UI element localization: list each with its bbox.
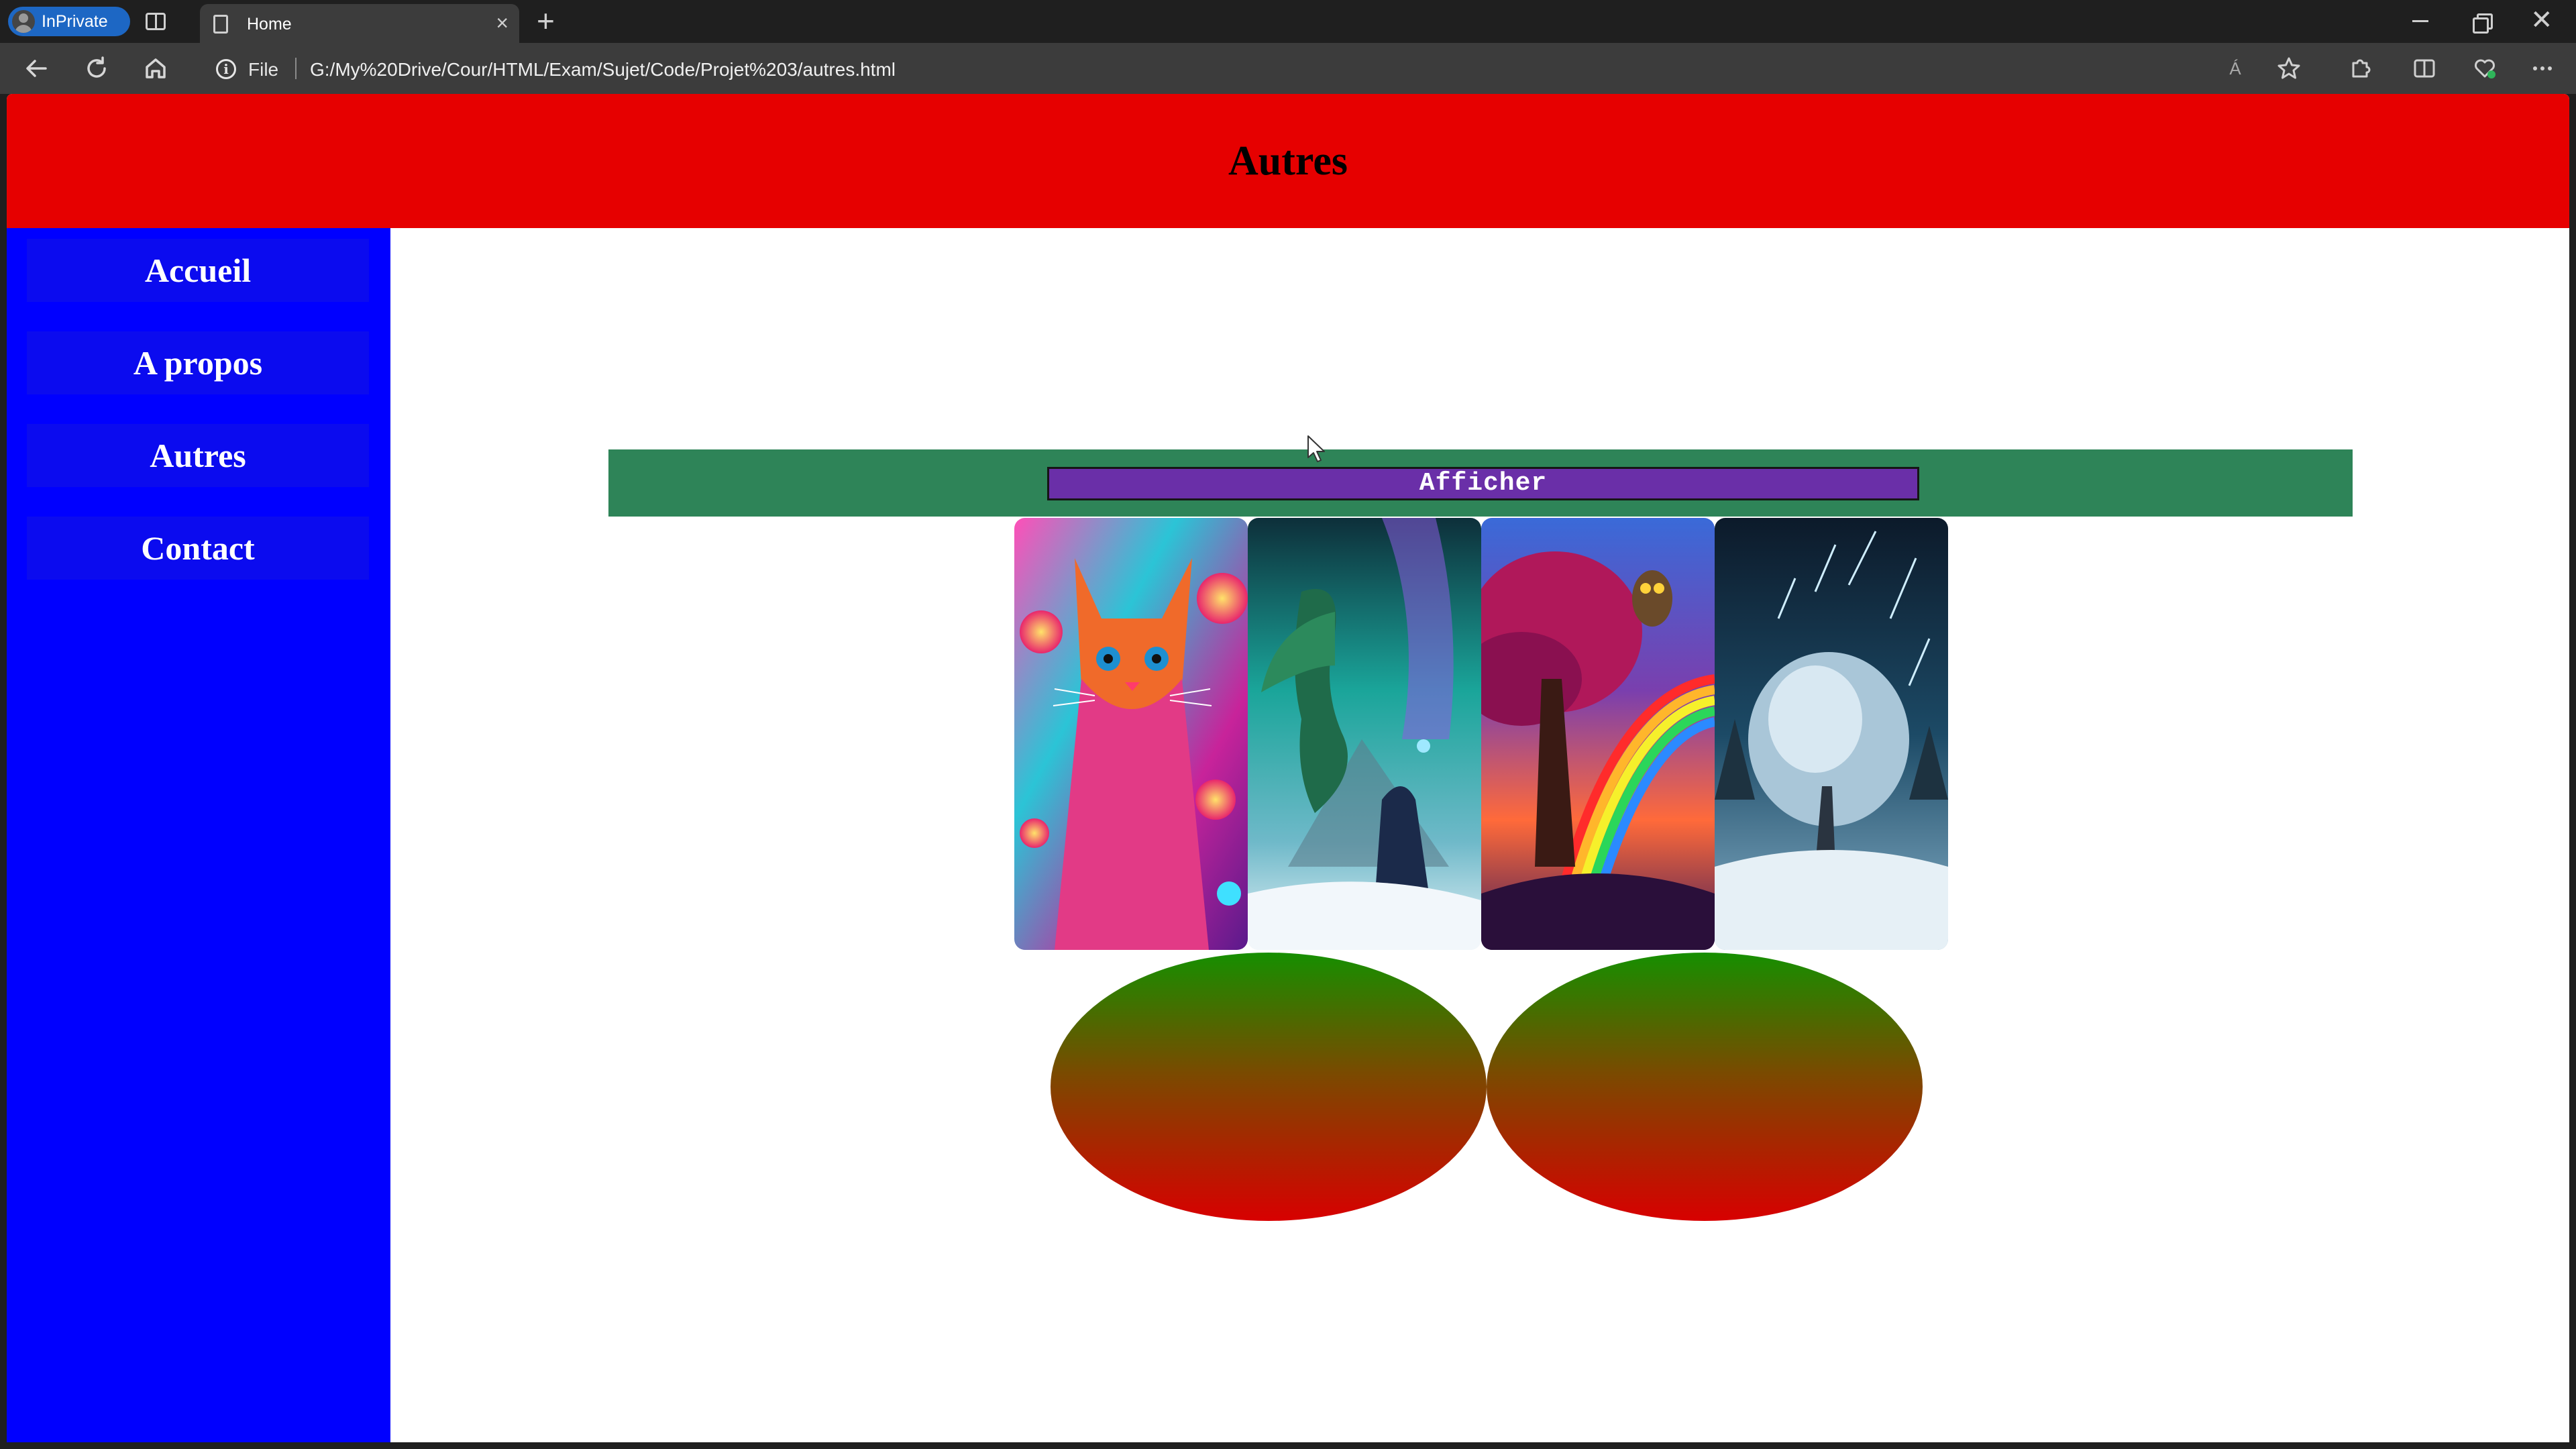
reload-icon: [87, 56, 106, 78]
inprivate-profile-button[interactable]: InPrivate: [8, 7, 130, 36]
tab-title: Home: [247, 15, 292, 34]
omnibox-separator: [295, 58, 297, 79]
psychedelic-cat-image: [1014, 518, 1248, 950]
restore-button[interactable]: [2473, 13, 2493, 34]
back-arrow-icon: [26, 60, 47, 77]
tab-home[interactable]: Home ×: [200, 4, 519, 43]
page-icon: [213, 15, 228, 34]
sidebar-item-accueil[interactable]: Accueil: [27, 239, 369, 302]
sidebar-item-contact[interactable]: Contact: [27, 517, 369, 580]
home-icon: [146, 58, 166, 78]
site-info-icon[interactable]: i: [216, 59, 236, 79]
image-gallery: [1014, 518, 1948, 950]
afficher-button[interactable]: Afficher: [1047, 467, 1919, 500]
url-text[interactable]: G:/My%20Drive/Cour/HTML/Exam/Sujet/Code/…: [310, 59, 896, 80]
home-button[interactable]: [138, 51, 173, 86]
window-close-button[interactable]: ✕: [2530, 5, 2553, 35]
gradient-ellipse-left: [1051, 953, 1487, 1221]
address-bar: i File G:/My%20Drive/Cour/HTML/Exam/Suje…: [0, 43, 2576, 94]
favorite-star-icon[interactable]: [2273, 52, 2305, 85]
back-button[interactable]: [19, 51, 54, 86]
more-menu-icon[interactable]: [2526, 52, 2559, 85]
split-screen-icon[interactable]: [2408, 52, 2440, 85]
page-viewport: Autres Accueil A propos Autres Contact A…: [7, 94, 2569, 1442]
rainbow-tree-owl-image: [1481, 518, 1715, 950]
file-label: File: [248, 59, 279, 80]
page-title: Autres: [1228, 138, 1348, 184]
reload-button[interactable]: [79, 51, 114, 86]
omnibox[interactable]: i File G:/My%20Drive/Cour/HTML/Exam/Suje…: [199, 48, 2372, 89]
tab-strip: InPrivate Home × + ✕: [0, 0, 2576, 43]
extensions-icon[interactable]: [2344, 52, 2376, 85]
page-header: Autres: [7, 94, 2569, 228]
snowy-tree-meteor-image: [1715, 518, 1948, 950]
read-aloud-icon[interactable]: Á: [2219, 52, 2251, 85]
browser-essentials-icon[interactable]: [2469, 52, 2501, 85]
profile-avatar-icon: [12, 10, 35, 33]
new-tab-button[interactable]: +: [537, 5, 555, 36]
inprivate-label: InPrivate: [42, 11, 108, 31]
main-content: Afficher: [390, 228, 2569, 1442]
button-bar: Afficher: [608, 449, 2353, 517]
sidebar-item-autres[interactable]: Autres: [27, 424, 369, 487]
sidebar-item-a-propos[interactable]: A propos: [27, 331, 369, 394]
tab-close-icon[interactable]: ×: [496, 11, 508, 35]
minimize-button[interactable]: [2412, 20, 2428, 22]
sidebar: Accueil A propos Autres Contact: [7, 228, 390, 1442]
tab-actions-icon[interactable]: [144, 9, 168, 34]
gradient-ellipse-right: [1487, 953, 1923, 1221]
dragon-aurora-image: [1248, 518, 1481, 950]
